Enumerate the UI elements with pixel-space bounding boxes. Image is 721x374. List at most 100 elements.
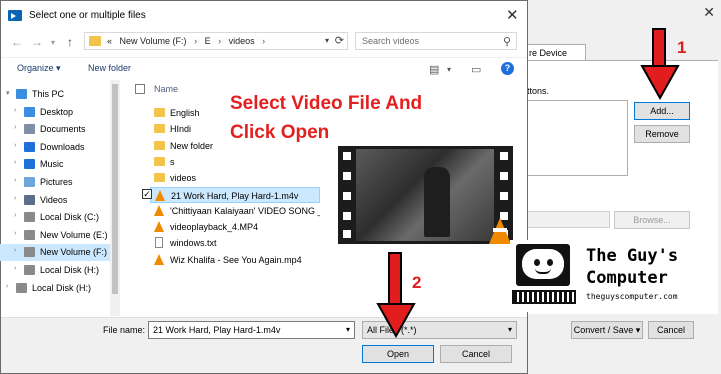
search-box[interactable]: Search videos ⚲ bbox=[355, 32, 517, 50]
address-bar[interactable]: « New Volume (F:) › E › videos › ▾ ⟳ bbox=[84, 32, 348, 50]
chevron-right-icon[interactable]: › bbox=[14, 177, 16, 184]
chevron-right-icon[interactable]: › bbox=[14, 107, 16, 114]
breadcrumb-separator[interactable]: › bbox=[262, 36, 265, 46]
sidebar-item[interactable]: › New Volume (F:) bbox=[0, 244, 116, 262]
chevron-right-icon[interactable]: › bbox=[14, 212, 16, 219]
file-name: videos bbox=[170, 173, 197, 184]
breadcrumb-separator[interactable]: › bbox=[194, 36, 197, 46]
organize-button[interactable]: Organize ▾ bbox=[17, 63, 61, 74]
eye-icon bbox=[534, 259, 540, 266]
filename-value[interactable]: 21 Work Hard, Play Hard-1.m4v bbox=[153, 325, 280, 335]
sidebar-item-label: This PC bbox=[32, 89, 65, 99]
up-arrow-icon[interactable]: ↑ bbox=[67, 35, 73, 49]
drive-icon bbox=[16, 282, 27, 293]
list-item[interactable]: s bbox=[150, 154, 320, 170]
sidebar-item-label: Local Disk (H:) bbox=[40, 265, 100, 275]
chevron-down-icon[interactable]: ▾ bbox=[325, 36, 329, 45]
file-checkbox-checked[interactable]: ✓ bbox=[142, 189, 152, 199]
chevron-right-icon[interactable]: › bbox=[6, 283, 8, 290]
open-button[interactable]: Open bbox=[362, 345, 434, 363]
cancel-button[interactable]: Cancel bbox=[440, 345, 512, 363]
film-sprocket-hole bbox=[500, 152, 508, 160]
filename-input[interactable]: 21 Work Hard, Play Hard-1.m4v ▾ bbox=[148, 321, 355, 339]
sidebar-item[interactable]: › Local Disk (H:) bbox=[0, 280, 116, 297]
film-sprocket-hole bbox=[343, 172, 351, 180]
list-item[interactable]: videos bbox=[150, 170, 320, 186]
chevron-down-icon[interactable]: ▾ bbox=[6, 89, 10, 97]
sidebar-item[interactable]: › Music bbox=[0, 156, 116, 173]
dialog-title: Select one or multiple files bbox=[29, 10, 146, 21]
new-folder-button[interactable]: New folder bbox=[88, 63, 131, 73]
sidebar-item[interactable]: › Pictures bbox=[0, 174, 116, 191]
annotation-line: Select Video File And bbox=[230, 93, 423, 114]
refresh-icon[interactable]: ⟳ bbox=[335, 34, 344, 47]
film-sprocket-hole bbox=[343, 192, 351, 200]
chevron-right-icon[interactable]: › bbox=[14, 247, 16, 254]
vlc-file-list[interactable] bbox=[518, 100, 628, 176]
sidebar-item[interactable]: › Local Disk (H:) bbox=[0, 262, 116, 279]
close-icon[interactable]: ✕ bbox=[506, 6, 519, 24]
preview-pane-icon[interactable]: ▭ bbox=[471, 63, 481, 76]
sidebar-item[interactable]: › Desktop bbox=[0, 104, 116, 121]
chevron-down-icon[interactable]: ▾ bbox=[447, 65, 451, 74]
list-item[interactable]: 'Chittiyaan Kalaiyaan' VIDEO SONG _ bbox=[150, 203, 320, 219]
pictures-icon bbox=[24, 177, 35, 187]
pc-icon bbox=[16, 89, 27, 99]
list-item[interactable]: Wiz Khalifa - See You Again.mp4 bbox=[150, 252, 320, 268]
recent-locations-icon[interactable]: ▾ bbox=[51, 38, 55, 47]
chevron-down-icon[interactable]: ▾ bbox=[508, 325, 512, 334]
sidebar-item[interactable]: › New Volume (E:) bbox=[0, 227, 116, 244]
sidebar-item[interactable]: › Downloads bbox=[0, 139, 116, 156]
sidebar-item[interactable]: ▾ This PC bbox=[0, 86, 116, 103]
breadcrumb-separator[interactable]: › bbox=[218, 36, 221, 46]
vlc-cone-stripe bbox=[493, 228, 507, 232]
breadcrumb-item[interactable]: New Volume (F:) bbox=[120, 36, 187, 46]
sidebar-scrollbar[interactable] bbox=[110, 80, 120, 316]
help-icon[interactable]: ? bbox=[501, 62, 514, 75]
vlc-file-icon bbox=[154, 221, 164, 233]
annotation-line: Click Open bbox=[230, 122, 330, 143]
list-item[interactable]: windows.txt bbox=[150, 235, 320, 251]
add-button[interactable]: Add... bbox=[634, 102, 690, 120]
sidebar-item[interactable]: › Documents bbox=[0, 121, 116, 138]
tab-capture-device[interactable]: re Device bbox=[522, 44, 586, 61]
list-item[interactable]: 21 Work Hard, Play Hard-1.m4v bbox=[150, 186, 320, 203]
scrollbar-thumb[interactable] bbox=[112, 84, 118, 294]
breadcrumb-item[interactable]: E bbox=[205, 36, 211, 46]
chevron-down-icon[interactable]: ▾ bbox=[346, 325, 350, 334]
column-header-name[interactable]: Name bbox=[154, 84, 178, 94]
chevron-right-icon[interactable]: › bbox=[14, 195, 16, 202]
folder-icon bbox=[154, 108, 165, 117]
smile-icon bbox=[535, 268, 551, 274]
breadcrumb-item[interactable]: videos bbox=[229, 36, 255, 46]
sidebar-item[interactable]: › Local Disk (C:) bbox=[0, 209, 116, 226]
sidebar-item-label: New Volume (E:) bbox=[40, 229, 108, 240]
back-arrow-icon[interactable]: ← bbox=[11, 35, 23, 49]
view-options-icon[interactable]: ▤ bbox=[429, 63, 439, 76]
select-all-checkbox[interactable] bbox=[135, 84, 145, 94]
toolbar: Organize ▾ New folder ▤ ▾ ▭ ? bbox=[1, 57, 527, 79]
convert-save-button[interactable]: Convert / Save ▾ bbox=[571, 321, 643, 339]
vlc-cancel-button[interactable]: Cancel bbox=[648, 321, 694, 339]
close-icon[interactable]: ✕ bbox=[703, 4, 715, 21]
file-name: HIndi bbox=[170, 124, 192, 135]
chevron-right-icon[interactable]: › bbox=[14, 230, 16, 237]
search-input[interactable]: Search videos bbox=[362, 36, 419, 46]
forward-arrow-icon[interactable]: → bbox=[31, 35, 43, 49]
step-number-2: 2 bbox=[412, 273, 422, 292]
sidebar-item[interactable]: › Videos bbox=[0, 192, 116, 209]
search-icon: ⚲ bbox=[502, 36, 511, 48]
chevron-right-icon[interactable]: › bbox=[14, 265, 16, 272]
logo-url: theguyscomputer.com bbox=[586, 292, 678, 301]
videos-icon bbox=[24, 194, 35, 205]
chevron-right-icon[interactable]: › bbox=[14, 159, 16, 166]
chevron-right-icon[interactable]: › bbox=[14, 124, 16, 131]
folder-icon bbox=[154, 124, 165, 134]
chevron-right-icon[interactable]: › bbox=[14, 142, 16, 149]
video-figure bbox=[424, 167, 450, 237]
list-item[interactable]: videoplayback_4.MP4 bbox=[150, 219, 320, 235]
remove-button[interactable]: Remove bbox=[634, 125, 690, 143]
breadcrumb-overflow[interactable]: « bbox=[107, 36, 112, 46]
navigation-pane: ▾ This PC › Desktop › Documents › Downloads › Mus… bbox=[0, 80, 116, 316]
browse-button: Browse... bbox=[614, 211, 690, 229]
